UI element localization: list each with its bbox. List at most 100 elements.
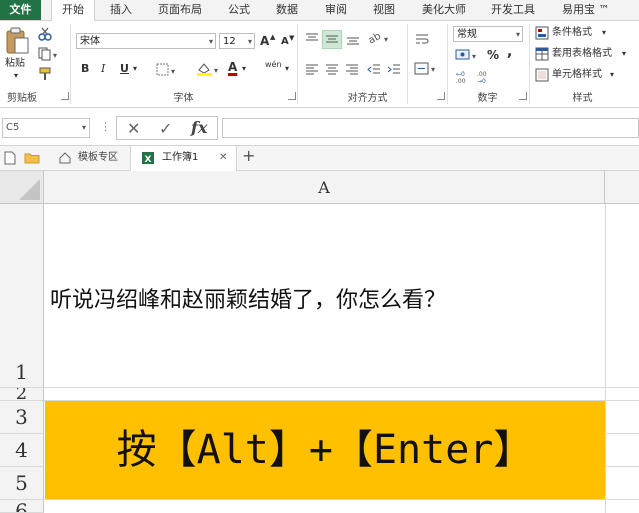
grow-arrow-icon: ▲ (270, 33, 276, 41)
group-divider (297, 24, 298, 104)
conditional-format-icon[interactable] (535, 26, 549, 40)
font-size-combo[interactable]: 12 ▾ (219, 33, 255, 49)
tab-data[interactable]: 数据 (276, 0, 298, 20)
paste-dropdown-icon[interactable]: ▾ (14, 69, 18, 83)
format-painter-icon[interactable] (38, 67, 52, 81)
align-center-icon[interactable] (324, 61, 340, 77)
bold-button[interactable]: B (81, 62, 89, 76)
clipboard-launcher-icon[interactable] (61, 92, 69, 100)
name-box[interactable]: C5 ▾ (2, 118, 90, 138)
tab-view[interactable]: 视图 (373, 0, 395, 20)
decrease-indent-icon[interactable] (366, 61, 382, 77)
cell-styles-icon[interactable] (535, 68, 549, 82)
formula-bar-more-icon[interactable]: ⋮ (100, 120, 111, 133)
fill-color-icon[interactable]: ▾ (196, 61, 222, 77)
align-left-icon[interactable] (304, 61, 320, 77)
chevron-down-icon[interactable]: ▾ (285, 62, 289, 76)
tab-file[interactable]: 文件 (0, 0, 41, 20)
enter-check-icon[interactable]: ✓ (159, 119, 172, 138)
row-header-5[interactable]: 5 (0, 467, 44, 500)
tab-formulas[interactable]: 公式 (228, 0, 250, 20)
chevron-down-icon[interactable]: ▾ (82, 119, 86, 137)
tab-workbook[interactable]: X 工作簿1 ✕ (131, 146, 237, 171)
shrink-arrow-icon: ▼ (289, 34, 295, 42)
format-as-table-button[interactable]: 套用表格格式 (552, 47, 612, 61)
tab-developer[interactable]: 开发工具 (491, 0, 535, 20)
comma-button[interactable]: , (507, 45, 512, 59)
tab-beautify[interactable]: 美化大师 (422, 0, 466, 20)
number-format-combo[interactable]: 常规 ▾ (453, 26, 523, 42)
number-group-label: 数字 (477, 93, 498, 104)
orientation-icon[interactable]: ab ▾ (367, 30, 393, 46)
merge-center-icon[interactable]: ▾ (414, 61, 438, 77)
font-launcher-icon[interactable] (288, 92, 296, 100)
chevron-down-icon[interactable]: ▾ (242, 62, 246, 76)
svg-text:▾: ▾ (472, 52, 476, 61)
number-launcher-icon[interactable] (519, 92, 527, 100)
row-header-4[interactable]: 4 (0, 434, 44, 467)
tab-insert[interactable]: 插入 (110, 0, 132, 20)
font-name-combo[interactable]: 宋体 ▾ (76, 33, 216, 49)
row-divider (44, 387, 639, 388)
align-top-icon[interactable] (304, 31, 320, 47)
align-bottom-icon[interactable] (345, 31, 361, 47)
svg-text:→0: →0 (477, 78, 486, 85)
column-header-b[interactable] (605, 171, 639, 204)
new-document-icon[interactable] (4, 151, 16, 165)
row-header-3[interactable]: 3 (0, 401, 44, 434)
grow-font-button[interactable]: A (260, 34, 269, 48)
row-divider (605, 433, 639, 434)
insert-function-icon[interactable]: fx (191, 118, 207, 137)
add-tab-icon[interactable]: + (242, 147, 255, 165)
tab-review[interactable]: 审阅 (325, 0, 347, 20)
worksheet-grid: A 1 2 3 4 5 6 听说冯绍峰和赵丽颖结婚了，你怎么看？ 按【Alt】+… (0, 171, 639, 513)
phonetic-button[interactable]: wén (265, 58, 282, 72)
shrink-font-button[interactable]: A (281, 35, 289, 49)
borders-icon[interactable]: ▾ (156, 63, 178, 77)
tab-home[interactable]: 开始 (51, 0, 95, 21)
align-right-icon[interactable] (344, 61, 360, 77)
increase-indent-icon[interactable] (386, 61, 402, 77)
tab-easy-tool[interactable]: 易用宝 ™ (562, 0, 610, 20)
copy-icon[interactable]: ▾ (38, 47, 60, 61)
alignment-launcher-icon[interactable] (437, 92, 445, 100)
wrap-text-icon[interactable] (414, 31, 430, 47)
row-header-2[interactable]: 2 (0, 388, 44, 401)
row-header-1[interactable]: 1 (0, 204, 44, 388)
conditional-format-button[interactable]: 条件格式 (552, 26, 592, 40)
tab-template-zone[interactable]: 模板专区 (48, 146, 131, 170)
row-header-6[interactable]: 6 (0, 500, 44, 513)
decrease-decimal-icon[interactable]: .00→0 (476, 69, 494, 85)
increase-decimal-icon[interactable]: ←0.00 (455, 69, 473, 85)
paste-icon[interactable] (4, 27, 30, 55)
tab-page-layout[interactable]: 页面布局 (158, 0, 202, 20)
italic-button[interactable]: I (101, 62, 105, 76)
column-divider (605, 204, 606, 513)
folder-icon[interactable] (24, 152, 40, 164)
cell-styles-button[interactable]: 单元格样式 (552, 68, 602, 82)
select-all-triangle-icon (19, 179, 40, 200)
group-divider (70, 24, 71, 104)
cut-icon[interactable] (38, 27, 52, 41)
accounting-format-icon[interactable]: ▾ (455, 48, 481, 64)
formula-buttons-group: ✕ ✓ fx (116, 116, 218, 140)
percent-button[interactable]: % (487, 48, 499, 62)
chevron-down-icon[interactable]: ▾ (602, 26, 606, 40)
close-icon[interactable]: ✕ (219, 149, 227, 167)
font-color-button[interactable]: A (228, 60, 237, 74)
font-group-label: 字体 (173, 93, 194, 104)
chevron-down-icon[interactable]: ▾ (622, 47, 626, 61)
cancel-icon[interactable]: ✕ (127, 119, 140, 138)
underline-button[interactable]: U (120, 62, 129, 76)
column-header-a[interactable]: A (44, 171, 605, 204)
align-middle-icon[interactable] (322, 30, 342, 49)
number-format-value: 常规 (457, 29, 477, 40)
group-divider (529, 24, 530, 104)
merged-cell-a3-a5[interactable]: 按【Alt】+【Enter】 (45, 401, 605, 499)
formula-input[interactable] (222, 118, 639, 138)
tab-workbook-label: 工作簿1 (162, 152, 199, 163)
chevron-down-icon[interactable]: ▾ (610, 68, 614, 82)
format-as-table-icon[interactable] (535, 47, 549, 61)
select-all-corner[interactable] (0, 171, 44, 204)
chevron-down-icon[interactable]: ▾ (133, 62, 137, 76)
